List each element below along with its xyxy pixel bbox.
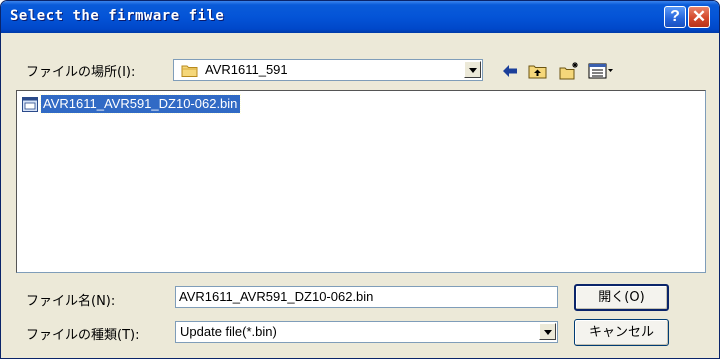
filename-label: ファイル名(N): [26, 294, 116, 309]
file-name: AVR1611_AVR591_DZ10-062.bin [39, 94, 242, 114]
filetype-dropdown[interactable]: Update file(*.bin) [175, 321, 558, 343]
up-folder-icon[interactable] [527, 61, 549, 81]
filetype-value: Update file(*.bin) [180, 324, 277, 339]
file-dialog-window: Select the firmware file ? ✕ ファイルの場所(I):… [0, 0, 720, 359]
filetype-label: ファイルの種類(T): [26, 328, 140, 343]
help-button[interactable]: ? [664, 6, 686, 28]
title-bar[interactable]: Select the firmware file ? ✕ [1, 1, 719, 33]
file-list[interactable]: AVR1611_AVR591_DZ10-062.bin [16, 90, 706, 273]
new-folder-icon[interactable] [558, 61, 580, 81]
look-in-value: AVR1611_591 [205, 62, 288, 77]
filename-value: AVR1611_AVR591_DZ10-062.bin [179, 289, 374, 304]
back-arrow-icon[interactable] [499, 61, 521, 81]
view-menu-icon[interactable] [587, 61, 615, 81]
close-button[interactable]: ✕ [688, 6, 710, 28]
filename-input[interactable]: AVR1611_AVR591_DZ10-062.bin [175, 286, 558, 308]
look-in-label: ファイルの場所(I): [26, 65, 136, 80]
look-in-dropdown-arrow[interactable] [464, 61, 481, 78]
look-in-dropdown[interactable]: AVR1611_591 [173, 59, 483, 81]
cancel-button[interactable]: キャンセル [574, 319, 669, 346]
folder-icon [181, 65, 198, 77]
window-title: Select the firmware file [10, 8, 225, 24]
filetype-dropdown-arrow[interactable] [539, 323, 556, 340]
bin-file-icon [22, 97, 38, 112]
open-button[interactable]: 開く(O) [574, 284, 669, 311]
